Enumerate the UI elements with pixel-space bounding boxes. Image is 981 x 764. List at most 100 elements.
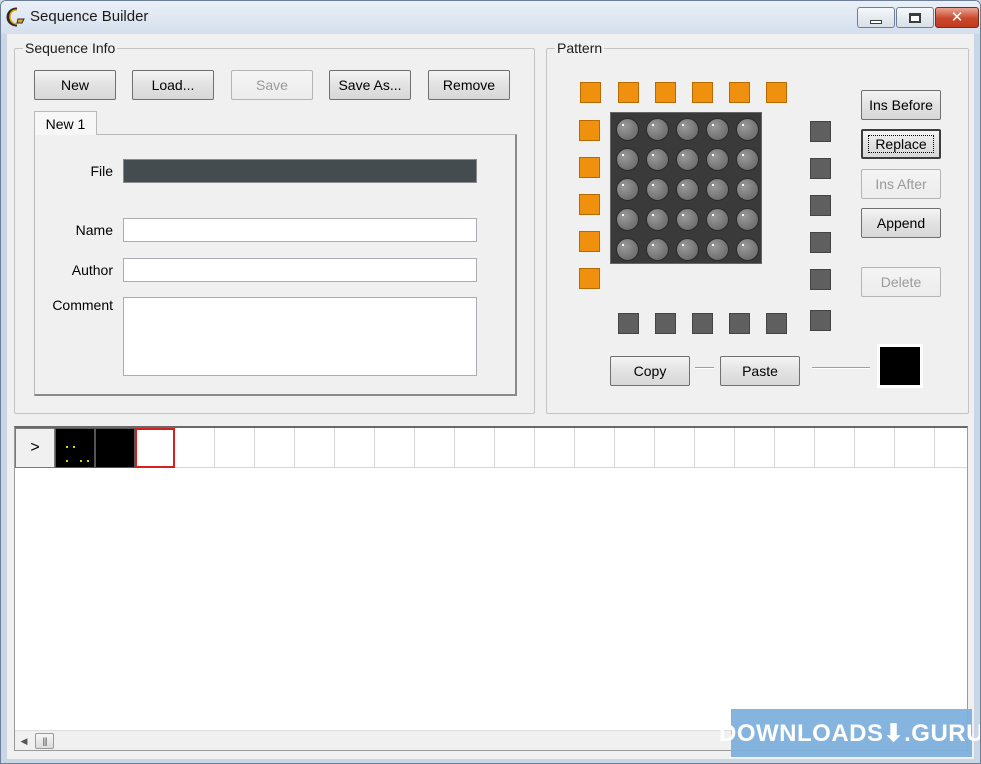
led-cell[interactable] [706, 208, 729, 231]
column-selector[interactable] [692, 82, 713, 103]
frame-slot[interactable] [855, 428, 895, 468]
frame-slot[interactable] [575, 428, 615, 468]
ins-after-button[interactable]: Ins After [861, 169, 941, 199]
led-cell[interactable] [676, 208, 699, 231]
frame-slot[interactable] [375, 428, 415, 468]
frame-slot[interactable] [775, 428, 815, 468]
led-cell[interactable] [736, 118, 759, 141]
column-selector[interactable] [580, 82, 601, 103]
name-label: Name [75, 222, 113, 238]
scroll-left-icon[interactable]: ◀ [17, 734, 31, 748]
frame-slot[interactable] [935, 428, 967, 468]
tab-new-1[interactable]: New 1 [34, 111, 97, 135]
led-cell[interactable] [736, 148, 759, 171]
comment-textarea[interactable] [123, 297, 477, 376]
frame-slot[interactable] [735, 428, 775, 468]
frame-slot[interactable] [295, 428, 335, 468]
led-cell[interactable] [736, 208, 759, 231]
minimize-button[interactable] [857, 7, 895, 28]
led-cell[interactable] [676, 178, 699, 201]
frame-slot[interactable] [895, 428, 935, 468]
save-as-button[interactable]: Save As... [329, 70, 411, 100]
led-cell[interactable] [646, 178, 669, 201]
led-cell[interactable] [646, 208, 669, 231]
paste-button[interactable]: Paste [720, 356, 800, 386]
column-selector-bottom[interactable] [692, 313, 713, 334]
save-button[interactable]: Save [231, 70, 313, 100]
column-selector-bottom[interactable] [618, 313, 639, 334]
frame-slot[interactable] [495, 428, 535, 468]
copy-button[interactable]: Copy [610, 356, 690, 386]
column-selector-bottom[interactable] [766, 313, 787, 334]
row-selector[interactable] [579, 231, 600, 252]
row-selector[interactable] [579, 120, 600, 141]
load-button[interactable]: Load... [132, 70, 214, 100]
pattern-legend: Pattern [555, 40, 605, 56]
frame-selected-slot[interactable] [135, 428, 175, 468]
maximize-button[interactable] [896, 7, 934, 28]
replace-button[interactable]: Replace [861, 129, 941, 159]
new-button[interactable]: New [34, 70, 116, 100]
led-cell[interactable] [616, 118, 639, 141]
column-selector[interactable] [729, 82, 750, 103]
row-selector[interactable] [579, 194, 600, 215]
led-cell[interactable] [706, 148, 729, 171]
led-cell[interactable] [736, 238, 759, 261]
file-field[interactable] [123, 159, 477, 183]
frame-thumbnail[interactable] [55, 428, 95, 468]
led-cell[interactable] [676, 118, 699, 141]
led-cell[interactable] [646, 238, 669, 261]
row-selector-right[interactable] [810, 121, 831, 142]
name-input[interactable] [123, 218, 477, 242]
led-cell[interactable] [616, 178, 639, 201]
row-selector-right[interactable] [810, 232, 831, 253]
led-cell[interactable] [646, 148, 669, 171]
column-selector-bottom[interactable] [655, 313, 676, 334]
frame-slot[interactable] [615, 428, 655, 468]
led-cell[interactable] [616, 148, 639, 171]
led-cell[interactable] [616, 238, 639, 261]
append-button[interactable]: Append [861, 208, 941, 238]
frame-slot[interactable] [815, 428, 855, 468]
frame-slot[interactable] [455, 428, 495, 468]
led-cell[interactable] [736, 178, 759, 201]
column-selector[interactable] [766, 82, 787, 103]
author-input[interactable] [123, 258, 477, 282]
frame-slot[interactable] [535, 428, 575, 468]
play-button[interactable]: > [15, 428, 55, 468]
frame-slot[interactable] [655, 428, 695, 468]
watermark: DOWNLOADS⬇.GURU [719, 709, 980, 757]
frame-thumbnail[interactable] [95, 428, 135, 468]
remove-button[interactable]: Remove [428, 70, 510, 100]
frame-slot[interactable] [335, 428, 375, 468]
led-cell[interactable] [706, 238, 729, 261]
frame-slot[interactable] [215, 428, 255, 468]
close-button[interactable]: ✕ [935, 7, 979, 28]
row-selector-right[interactable] [810, 158, 831, 179]
row-selector[interactable] [579, 268, 600, 289]
row-selector-right[interactable] [810, 269, 831, 290]
row-selector[interactable] [579, 157, 600, 178]
led-cell[interactable] [676, 238, 699, 261]
scroll-thumb[interactable]: ||| [35, 733, 54, 749]
led-cell[interactable] [646, 118, 669, 141]
column-selector[interactable] [618, 82, 639, 103]
ins-before-button[interactable]: Ins Before [861, 90, 941, 120]
frame-slot[interactable] [695, 428, 735, 468]
column-selector[interactable] [655, 82, 676, 103]
delete-button[interactable]: Delete [861, 267, 941, 297]
title-bar[interactable]: Sequence Builder ✕ [1, 1, 980, 34]
separator [695, 367, 714, 369]
led-cell[interactable] [676, 148, 699, 171]
current-color-swatch[interactable] [877, 344, 923, 388]
led-cell[interactable] [616, 208, 639, 231]
row-selector-right[interactable] [810, 195, 831, 216]
frame-slot[interactable] [175, 428, 215, 468]
led-cell[interactable] [706, 178, 729, 201]
row-selector-right[interactable] [810, 310, 831, 331]
frame-slot[interactable] [255, 428, 295, 468]
column-selector-bottom[interactable] [729, 313, 750, 334]
led-cell[interactable] [706, 118, 729, 141]
frame-dot [66, 460, 68, 462]
frame-slot[interactable] [415, 428, 455, 468]
